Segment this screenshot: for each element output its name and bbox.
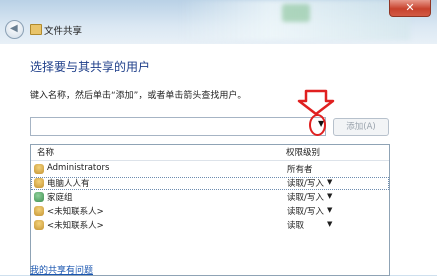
table-header: 名称 权限级别 xyxy=(31,145,389,161)
dialog-content: 选择要与其共享的用户 键入名称，然后单击“添加”，或者单击箭头查找用户。 ▼ 添… xyxy=(0,44,437,276)
table-row[interactable]: 家庭组 读取/写入 ▼ xyxy=(31,191,389,204)
back-arrow-icon: ◀ xyxy=(10,23,18,34)
row-permission[interactable]: 读取/写入 xyxy=(287,191,324,203)
red-down-arrow-icon xyxy=(297,89,335,115)
table-row[interactable]: <未知联系人> 读取/写入 ▼ xyxy=(31,205,389,218)
column-header-name: 名称 xyxy=(37,148,55,158)
row-name: 电脑人人有 xyxy=(47,179,90,189)
user-icon xyxy=(34,206,44,216)
row-name: <未知联系人> xyxy=(47,207,104,217)
window-title: 文件共享 xyxy=(44,26,83,37)
chevron-down-icon[interactable]: ▼ xyxy=(327,178,332,186)
annotation-circle xyxy=(309,114,326,136)
user-icon xyxy=(34,178,44,188)
user-icon xyxy=(34,220,44,230)
close-icon: ✕ xyxy=(405,1,415,14)
chevron-down-icon[interactable]: ▼ xyxy=(327,192,332,200)
folder-share-icon xyxy=(30,24,42,35)
table-row[interactable]: <未知联系人> 读取 ▼ xyxy=(31,219,389,232)
homegroup-icon xyxy=(34,192,44,202)
user-name-input[interactable] xyxy=(30,117,326,136)
column-header-permission: 权限级别 xyxy=(286,148,321,158)
help-link[interactable]: 我的共享有问题 xyxy=(30,263,93,276)
table-row[interactable]: Administrators 所有者 xyxy=(31,163,389,176)
close-button[interactable]: ✕ xyxy=(389,0,431,17)
background-app-icon xyxy=(282,4,310,22)
sharing-table: 名称 权限级别 Administrators 所有者 电脑人人有 读取/写入 ▼… xyxy=(30,144,390,276)
instruction-text: 键入名称，然后单击“添加”，或者单击箭头查找用户。 xyxy=(30,91,247,101)
user-icon xyxy=(34,164,44,174)
row-name: <未知联系人> xyxy=(47,221,104,231)
page-heading: 选择要与其共享的用户 xyxy=(30,60,151,74)
chevron-down-icon[interactable]: ▼ xyxy=(327,206,332,214)
add-button[interactable]: 添加(A) xyxy=(333,118,389,136)
row-permission[interactable]: 读取/写入 xyxy=(287,205,324,217)
row-name: 家庭组 xyxy=(47,193,73,203)
row-permission: 所有者 xyxy=(287,165,313,175)
table-row[interactable]: 电脑人人有 读取/写入 ▼ xyxy=(31,177,389,190)
row-permission[interactable]: 读取/写入 xyxy=(287,177,324,189)
window-titlebar: ✕ ◀ 文件共享 xyxy=(0,0,437,44)
chevron-down-icon[interactable]: ▼ xyxy=(327,220,332,228)
back-button[interactable]: ◀ xyxy=(5,20,24,39)
row-permission[interactable]: 读取 xyxy=(287,219,304,231)
row-name: Administrators xyxy=(47,163,110,173)
